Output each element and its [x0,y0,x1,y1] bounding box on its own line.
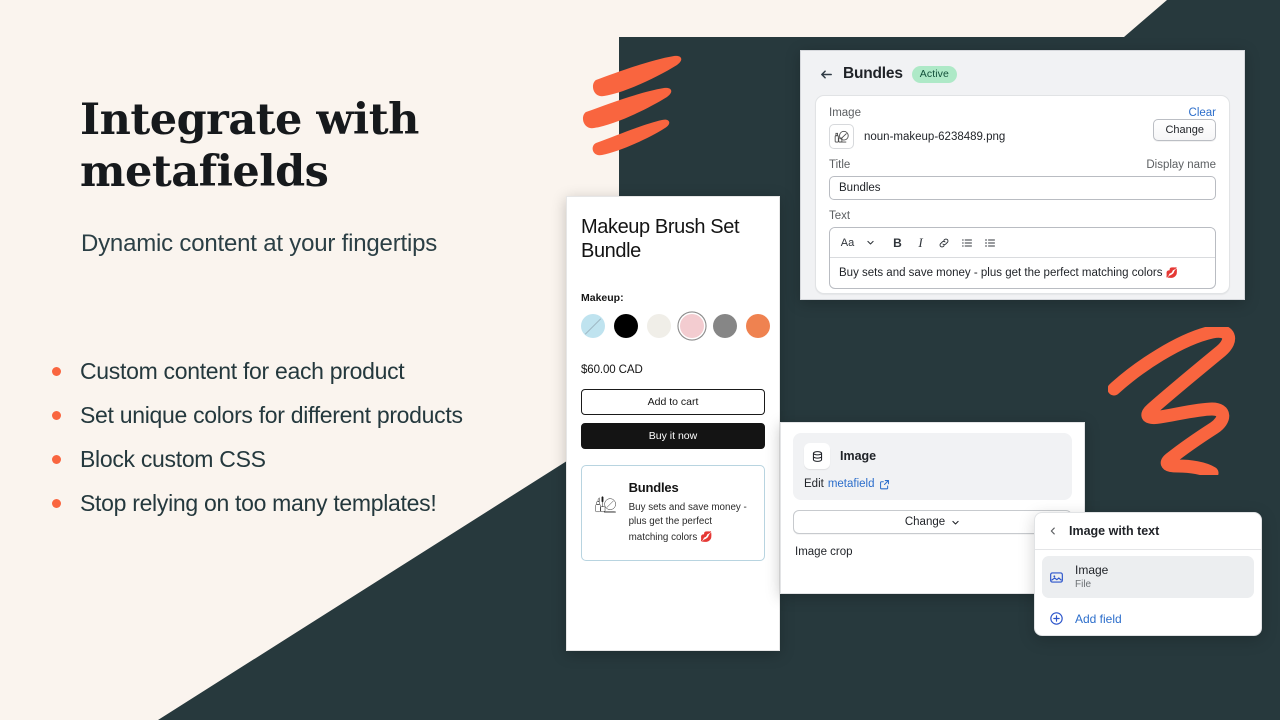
image-filename: noun-makeup-6238489.png [864,130,1006,143]
text-style-button[interactable]: Aa [838,233,857,252]
swatch-cream[interactable] [647,313,671,338]
swatch-orange[interactable] [746,313,770,338]
swatch-black[interactable] [614,313,638,338]
feature-list: Custom content for each product Set uniq… [52,360,572,536]
option-label: Makeup: [581,291,624,304]
metafield-editor-card: Image Clear noun-makeup-6238489.png Chan… [815,95,1230,294]
metafield-link-text: metafield [827,478,875,490]
zigzag-squiggle-icon [1108,327,1236,475]
edit-metafield-link[interactable]: Edit metafield [804,478,1061,490]
storefront-product-preview: Makeup Brush Set Bundle Makeup: $60.00 C… [566,196,780,651]
buy-it-now-button[interactable]: Buy it now [581,422,765,449]
chevron-down-icon [952,520,959,525]
image-field-header: Image Clear [829,107,1216,119]
text-field-label: Text [829,210,851,222]
image-field-label: Image [829,107,861,119]
list-item: Block custom CSS [52,448,572,471]
image-with-text-popover: Image with text Image File Add field [1034,512,1262,636]
popover-header: Image with text [1035,513,1261,550]
bullet-dot-icon [52,455,61,464]
makeup-thumbnail-icon [829,124,854,149]
title-field-header: Title Display name [829,159,1216,171]
list-item-label: Set unique colors for different products [80,402,463,428]
link-icon[interactable] [934,233,953,252]
bullet-dot-icon [52,499,61,508]
change-dropdown-button[interactable]: Change [793,510,1072,534]
bold-button[interactable]: B [888,233,907,252]
kiss-emoji-icon: 💋 [1165,268,1179,279]
display-name-hint: Display name [1146,159,1216,171]
list-item: Custom content for each product [52,360,572,383]
product-price: $60.00 CAD [581,363,643,376]
image-file-icon [1050,571,1063,583]
bullet-dot-icon [52,411,61,420]
bulleted-list-button[interactable] [957,233,976,252]
rich-text-editor: Aa B I Buy sets and save money - plus ge… [829,227,1216,289]
admin-bundles-panel: Bundles Active Image Clear noun-makeup-6… [800,50,1245,300]
chevron-down-icon[interactable] [861,233,880,252]
add-to-cart-button[interactable]: Add to cart [581,388,765,415]
list-item: Stop relying on too many templates! [52,492,572,515]
popover-add-field[interactable]: Add field [1042,604,1254,633]
popover-title: Image with text [1069,524,1160,538]
swatch-light-blue[interactable] [581,313,605,338]
clear-image-link[interactable]: Clear [1189,107,1216,119]
plus-circle-icon [1050,612,1063,625]
edit-prefix: Edit [804,478,824,490]
popover-item-image[interactable]: Image File [1042,556,1254,598]
color-swatch-group [581,313,770,338]
image-field-row: noun-makeup-6238489.png Change [829,119,1216,149]
image-file-info: noun-makeup-6238489.png [829,124,1005,149]
list-item-label: Custom content for each product [80,358,405,384]
external-link-icon [879,479,889,489]
bundle-block-title: Bundles [628,479,679,495]
rte-content[interactable]: Buy sets and save money - plus get the p… [830,258,1215,288]
bundle-desc-text: Buy sets and save money - plus get the p… [628,501,747,544]
list-item-label: Block custom CSS [80,446,266,472]
page-title: Integrate with metafields [80,94,510,199]
headline-line-1: Integrate with [80,95,419,145]
add-field-label: Add field [1075,611,1122,626]
swatch-gray[interactable] [713,313,737,338]
image-block-section: Image Edit metafield [793,433,1072,500]
admin-panel-header: Bundles Active [801,51,1244,83]
headline-line-2: metafields [80,147,329,198]
database-icon [804,443,830,469]
italic-button[interactable]: I [911,233,930,252]
arrow-left-icon[interactable] [819,67,834,82]
bullet-dot-icon [52,367,61,376]
chevron-left-icon[interactable] [1048,526,1058,536]
swatch-pink[interactable] [680,313,704,338]
list-item: Set unique colors for different products [52,404,572,427]
bundle-metafield-block: Bundles Buy sets and save money - plus g… [581,464,765,561]
bundle-block-description: Buy sets and save money - plus get the p… [629,501,752,546]
change-image-button[interactable]: Change [1153,119,1216,141]
change-label: Change [904,516,946,528]
image-block-header: Image [804,443,1061,469]
rte-toolbar: Aa B I [830,228,1215,258]
makeup-illustration-icon [595,496,616,513]
kiss-emoji-icon: 💋 [699,532,713,544]
title-input[interactable]: Bundles [829,176,1216,200]
title-field-label: Title [829,159,851,171]
list-item-label: Stop relying on too many templates! [80,490,437,516]
popover-item-subtitle: File [1075,579,1092,590]
image-block-label: Image [840,449,877,463]
subheading: Dynamic content at your fingertips [81,230,438,257]
numbered-list-button[interactable] [980,233,999,252]
rte-text: Buy sets and save money - plus get the p… [839,267,1163,279]
panel-title: Bundles [843,65,903,82]
status-badge: Active [911,65,957,83]
slide-canvas: Integrate with metafields Dynamic conten… [0,0,1280,720]
popover-item-title: Image [1075,563,1109,577]
product-title: Makeup Brush Set Bundle [581,216,740,263]
three-diagonal-strokes-icon [582,55,682,156]
